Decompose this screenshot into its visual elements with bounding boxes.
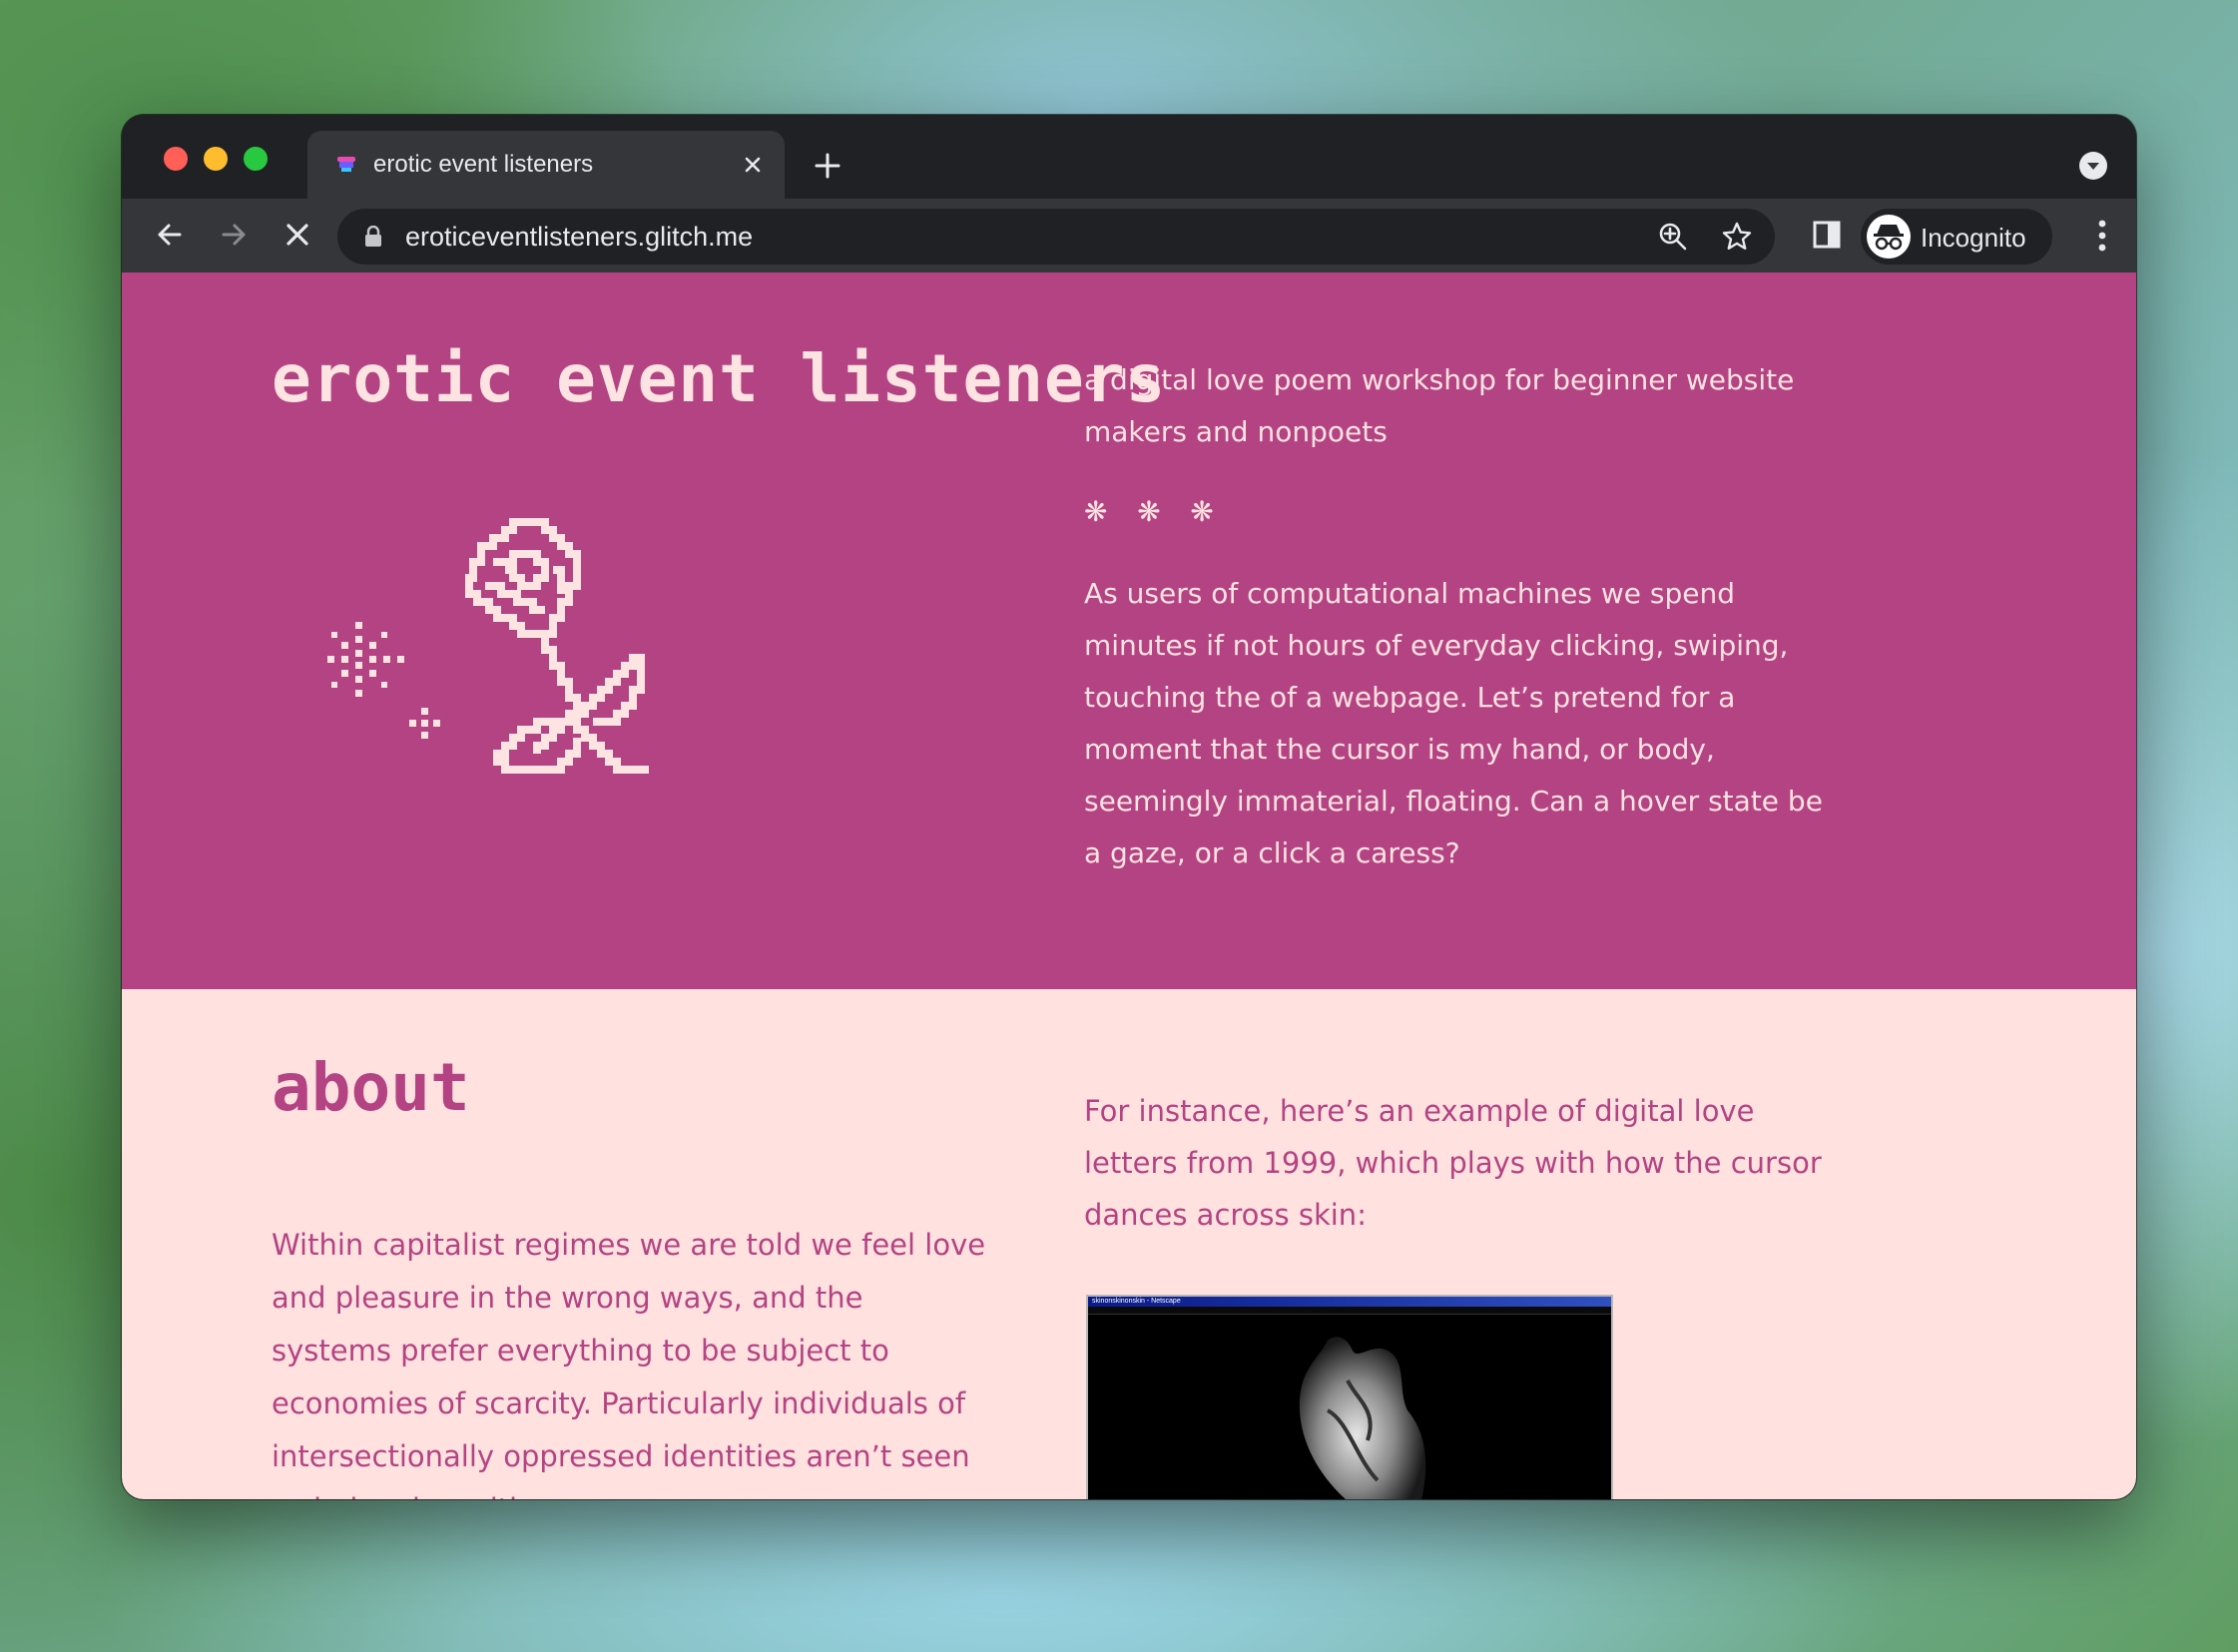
sparkle-icon bbox=[327, 622, 440, 739]
plus-icon[interactable] bbox=[811, 149, 844, 183]
kebab-menu-icon[interactable] bbox=[2098, 219, 2106, 253]
back-arrow-icon[interactable] bbox=[152, 217, 188, 253]
stop-icon[interactable] bbox=[280, 217, 315, 253]
browser-window: erotic event listeners eroticeventlisten… bbox=[122, 115, 2136, 1499]
section-divider: ❋ ❋ ❋ bbox=[1084, 495, 1224, 528]
hero-section: erotic event listeners a digital love po… bbox=[122, 273, 2136, 989]
side-panel-icon[interactable] bbox=[1811, 219, 1843, 251]
minimize-window-button[interactable] bbox=[204, 147, 228, 171]
anatomical-heart-image bbox=[1299, 1337, 1426, 1499]
tab-title: erotic event listeners bbox=[373, 151, 594, 178]
zoom-icon[interactable] bbox=[1657, 221, 1689, 253]
tagline: a digital love poem workshop for beginne… bbox=[1084, 363, 1795, 448]
fullscreen-window-button[interactable] bbox=[244, 147, 268, 171]
close-window-button[interactable] bbox=[164, 147, 188, 171]
example-screenshot: skinonskinonskin - Netscape bbox=[1086, 1295, 1613, 1499]
rose-icon bbox=[327, 518, 649, 774]
incognito-profile-button[interactable]: Incognito bbox=[1861, 209, 2052, 265]
screenshot-menubar bbox=[1088, 1307, 1611, 1315]
about-paragraph: Within capitalist regimes we are told we… bbox=[272, 1228, 986, 1499]
about-heading: about bbox=[272, 1049, 470, 1126]
screenshot-window-title: skinonskinonskin - Netscape bbox=[1088, 1297, 1611, 1307]
lock-icon[interactable] bbox=[363, 226, 383, 248]
incognito-label: Incognito bbox=[1921, 223, 2026, 253]
incognito-icon bbox=[1867, 215, 1911, 259]
close-icon[interactable] bbox=[739, 151, 767, 179]
tab-strip: erotic event listeners bbox=[122, 115, 2136, 199]
forward-arrow-icon[interactable] bbox=[216, 217, 252, 253]
page-content: erotic event listeners a digital love po… bbox=[122, 273, 2136, 1499]
chevron-down-icon[interactable] bbox=[2078, 151, 2108, 181]
about-section: about Within capitalist regimes we are t… bbox=[122, 989, 2136, 1499]
star-icon[interactable] bbox=[1721, 221, 1753, 253]
example-paragraph: For instance, here’s an example of digit… bbox=[1084, 1094, 1822, 1232]
tab-active[interactable]: erotic event listeners bbox=[307, 131, 785, 199]
site-title: erotic event listeners bbox=[272, 340, 1167, 417]
toolbar: eroticeventlisteners.glitch.me Incognito bbox=[122, 199, 2136, 273]
url-text[interactable]: eroticeventlisteners.glitch.me bbox=[405, 222, 753, 253]
address-bar[interactable]: eroticeventlisteners.glitch.me bbox=[337, 209, 1775, 265]
intro-paragraph: As users of computational machines we sp… bbox=[1084, 577, 1823, 869]
favicon-icon bbox=[337, 157, 355, 172]
hero-text: a digital love poem workshop for beginne… bbox=[1084, 354, 1823, 879]
